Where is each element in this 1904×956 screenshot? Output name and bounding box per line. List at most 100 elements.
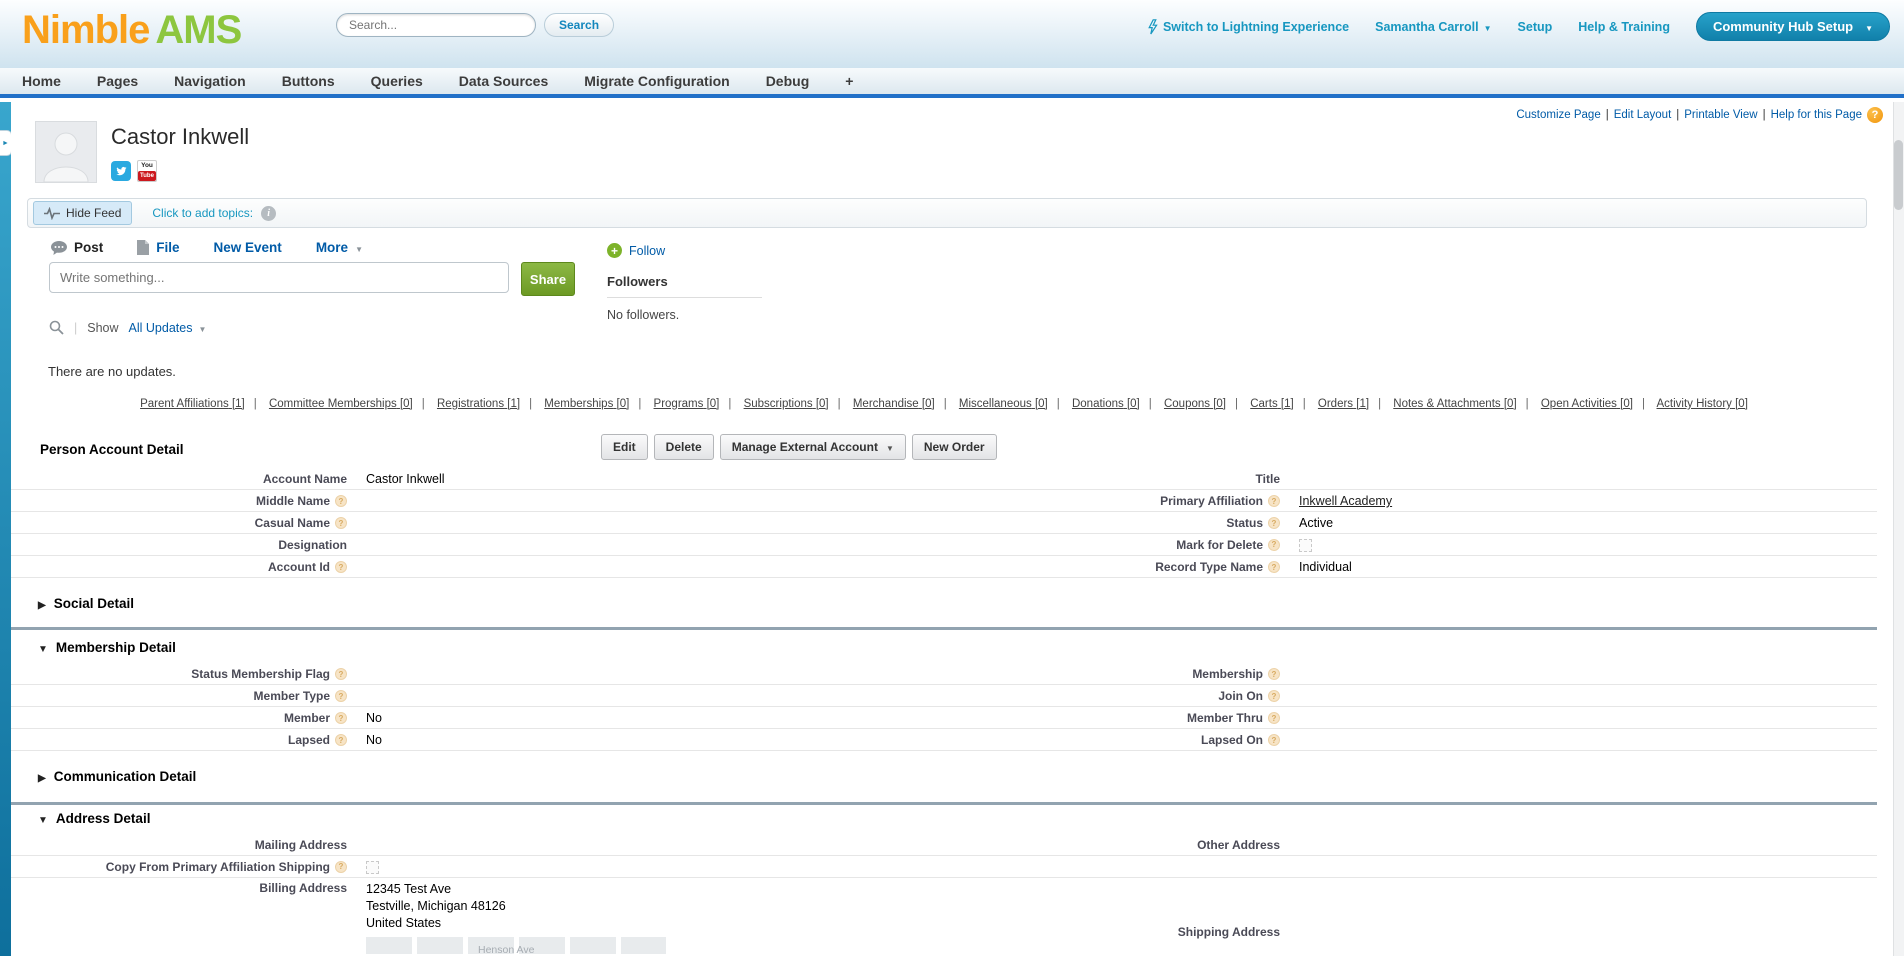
- new-order-button[interactable]: New Order: [912, 434, 997, 460]
- setup-link[interactable]: Setup: [1518, 20, 1553, 34]
- community-hub-setup-button[interactable]: Community Hub Setup: [1696, 12, 1890, 41]
- related-link-orders[interactable]: Orders [1]: [1318, 398, 1369, 410]
- member-value: No: [353, 708, 944, 727]
- edit-button[interactable]: Edit: [601, 434, 648, 460]
- speech-bubble-icon: [51, 241, 67, 255]
- related-link-programs[interactable]: Programs [0]: [654, 398, 720, 410]
- field-label: Status: [1226, 516, 1263, 530]
- help-icon[interactable]: ?: [1867, 107, 1883, 123]
- add-topics[interactable]: Click to add topics:: [152, 206, 276, 221]
- feed-tab-file[interactable]: File: [137, 240, 179, 255]
- manage-external-account-button[interactable]: Manage External Account: [720, 434, 906, 460]
- field-help-icon[interactable]: [1268, 712, 1280, 724]
- related-link-donations[interactable]: Donations [0]: [1072, 398, 1140, 410]
- feed-tab-more[interactable]: More: [316, 240, 363, 255]
- tab-pages[interactable]: Pages: [97, 73, 138, 89]
- field-help-icon[interactable]: [335, 517, 347, 529]
- detail-row: Designation Mark for Delete: [11, 534, 1877, 556]
- vertical-scrollbar[interactable]: [1893, 102, 1904, 956]
- related-link-open-activities[interactable]: Open Activities [0]: [1541, 398, 1633, 410]
- copy-from-primary-checkbox: [366, 861, 379, 874]
- primary-affiliation-link[interactable]: Inkwell Academy: [1299, 494, 1392, 508]
- field-help-icon[interactable]: [335, 690, 347, 702]
- field-help-icon[interactable]: [1268, 517, 1280, 529]
- caret-down-icon: [198, 321, 206, 335]
- field-help-icon[interactable]: [1268, 690, 1280, 702]
- related-link-merchandise[interactable]: Merchandise [0]: [853, 398, 935, 410]
- related-link-committee-memberships[interactable]: Committee Memberships [0]: [269, 398, 413, 410]
- field-help-icon[interactable]: [1268, 495, 1280, 507]
- detail-row: Account NameCastor Inkwell Title: [11, 468, 1877, 490]
- related-link-miscellaneous[interactable]: Miscellaneous [0]: [959, 398, 1048, 410]
- tab-queries[interactable]: Queries: [371, 73, 423, 89]
- divider: [607, 297, 762, 298]
- user-menu[interactable]: Samantha Carroll: [1375, 20, 1491, 34]
- related-link-subscriptions[interactable]: Subscriptions [0]: [744, 398, 829, 410]
- delete-button[interactable]: Delete: [654, 434, 714, 460]
- twitter-icon[interactable]: [111, 161, 131, 181]
- feed-tab-new-event[interactable]: New Event: [214, 240, 282, 255]
- field-help-icon[interactable]: [1268, 539, 1280, 551]
- hide-feed-button[interactable]: Hide Feed: [33, 201, 132, 225]
- related-link-coupons[interactable]: Coupons [0]: [1164, 398, 1226, 410]
- field-label: Lapsed On: [1201, 733, 1263, 747]
- field-help-icon[interactable]: [335, 734, 347, 746]
- billing-address-map[interactable]: Henson Ave: [366, 937, 666, 956]
- search-button[interactable]: Search: [544, 13, 614, 37]
- global-search: Search: [336, 13, 614, 37]
- youtube-icon[interactable]: [137, 160, 157, 182]
- related-link-parent-affiliations[interactable]: Parent Affiliations [1]: [140, 398, 245, 410]
- app-tab-bar: Home Pages Navigation Buttons Queries Da…: [0, 68, 1904, 98]
- feed-filter-row: | Show All Updates: [49, 320, 206, 335]
- section-social-detail[interactable]: Social Detail: [11, 596, 1877, 611]
- collapsed-triangle-icon: [38, 769, 46, 784]
- related-link-notes-attachments[interactable]: Notes & Attachments [0]: [1393, 398, 1516, 410]
- field-label: Account Name: [263, 472, 347, 486]
- field-help-icon[interactable]: [1268, 668, 1280, 680]
- map-street-label: Henson Ave: [478, 944, 534, 956]
- field-help-icon[interactable]: [335, 712, 347, 724]
- show-filter-dropdown[interactable]: All Updates: [129, 321, 207, 335]
- detail-row: Middle Name Primary AffiliationInkwell A…: [11, 490, 1877, 512]
- search-icon[interactable]: [49, 320, 64, 335]
- tab-add[interactable]: +: [845, 73, 853, 89]
- scrollbar-thumb[interactable]: [1894, 140, 1903, 210]
- lapsed-value: No: [353, 730, 944, 749]
- field-help-icon[interactable]: [335, 861, 347, 873]
- tab-debug[interactable]: Debug: [766, 73, 810, 89]
- expanded-triangle-icon: [38, 640, 48, 655]
- search-input[interactable]: [336, 13, 536, 37]
- caret-down-icon: [1865, 19, 1873, 34]
- customize-page-link[interactable]: Customize Page: [1516, 109, 1600, 121]
- tab-data-sources[interactable]: Data Sources: [459, 73, 548, 89]
- field-help-icon[interactable]: [1268, 561, 1280, 573]
- switch-lightning-link[interactable]: Switch to Lightning Experience: [1147, 19, 1349, 35]
- field-help-icon[interactable]: [335, 668, 347, 680]
- tab-navigation[interactable]: Navigation: [174, 73, 246, 89]
- follow-link[interactable]: Follow: [607, 243, 767, 258]
- help-training-link[interactable]: Help & Training: [1578, 20, 1670, 34]
- help-for-page-link[interactable]: Help for this Page: [1771, 109, 1862, 121]
- tab-home[interactable]: Home: [22, 73, 61, 89]
- tab-buttons[interactable]: Buttons: [282, 73, 335, 89]
- write-something-input[interactable]: [49, 262, 509, 293]
- related-link-activity-history[interactable]: Activity History [0]: [1657, 398, 1748, 410]
- feed-tab-post[interactable]: Post: [51, 240, 103, 255]
- section-address-detail[interactable]: Address Detail: [11, 811, 1877, 826]
- edit-layout-link[interactable]: Edit Layout: [1614, 109, 1672, 121]
- info-icon[interactable]: [261, 206, 276, 221]
- field-help-icon[interactable]: [1268, 734, 1280, 746]
- sidebar-rail: [0, 102, 11, 956]
- mark-for-delete-checkbox: [1299, 539, 1312, 552]
- related-link-carts[interactable]: Carts [1]: [1250, 398, 1293, 410]
- field-help-icon[interactable]: [335, 561, 347, 573]
- share-button[interactable]: Share: [521, 262, 575, 296]
- section-communication-detail[interactable]: Communication Detail: [11, 769, 1877, 784]
- field-help-icon[interactable]: [335, 495, 347, 507]
- related-link-registrations[interactable]: Registrations [1]: [437, 398, 520, 410]
- tab-migrate-configuration[interactable]: Migrate Configuration: [584, 73, 729, 89]
- field-label: Other Address: [1197, 838, 1280, 852]
- related-link-memberships[interactable]: Memberships [0]: [544, 398, 629, 410]
- section-membership-detail[interactable]: Membership Detail: [11, 640, 1877, 655]
- printable-view-link[interactable]: Printable View: [1684, 109, 1757, 121]
